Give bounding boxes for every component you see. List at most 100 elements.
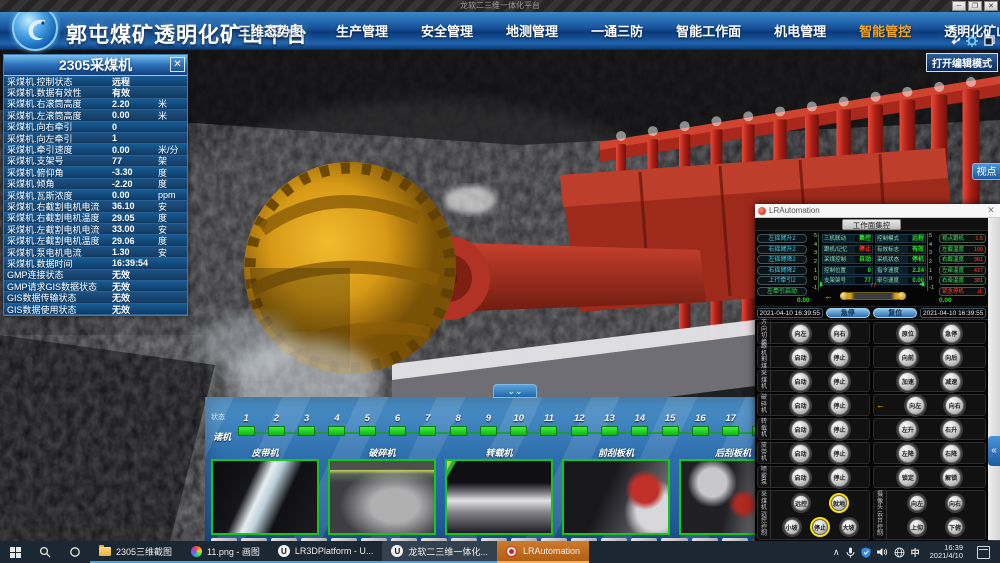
解锁-button[interactable]: 解锁 bbox=[942, 468, 961, 487]
shield-icon[interactable] bbox=[861, 547, 871, 558]
右降-button[interactable]: 右降 bbox=[942, 444, 961, 463]
启动-button[interactable]: 启动 bbox=[791, 444, 810, 463]
左升-button[interactable]: 左升 bbox=[898, 420, 917, 439]
camera-feed-thumbnail[interactable] bbox=[328, 459, 436, 535]
lra-right-button-4[interactable]: 左牵温度417 bbox=[939, 266, 986, 275]
小坡-button[interactable]: 小坡 bbox=[784, 519, 800, 535]
启动-button[interactable]: 启动 bbox=[791, 396, 810, 415]
microphone-icon[interactable] bbox=[846, 547, 855, 558]
estop-button[interactable]: 急停 bbox=[826, 308, 870, 318]
lra-right-button-2[interactable]: 左截温度199 bbox=[939, 245, 986, 254]
speed-right: 0.00 bbox=[939, 297, 952, 304]
ime-indicator[interactable]: 中 bbox=[911, 546, 920, 559]
reset-button[interactable]: 复位 bbox=[873, 308, 917, 318]
tray-chevron-icon[interactable]: ∧ bbox=[833, 547, 840, 558]
lra-left-button-3[interactable]: 左摇臂降2 bbox=[757, 255, 807, 264]
nav-item-2[interactable]: 生产管理 bbox=[336, 21, 388, 40]
minimize-button[interactable]: ─ bbox=[952, 1, 966, 11]
data-value: 77 bbox=[112, 156, 158, 166]
停止-button[interactable]: 停止 bbox=[830, 396, 849, 415]
gear-icon[interactable] bbox=[965, 34, 979, 47]
向右-button[interactable]: 向右 bbox=[947, 495, 963, 511]
向左-button[interactable]: 向左 bbox=[791, 324, 810, 343]
collapse-left-icon[interactable]: « bbox=[988, 436, 1000, 466]
taskbar-clock[interactable]: 16:39 2021/4/10 bbox=[926, 544, 967, 560]
nav-item-3[interactable]: 安全管理 bbox=[421, 21, 473, 40]
camera-feed-thumbnail[interactable] bbox=[562, 459, 670, 535]
下俯-button[interactable]: 下俯 bbox=[947, 519, 963, 535]
停止-button[interactable]: 停止 bbox=[830, 348, 849, 367]
上仰-button[interactable]: 上仰 bbox=[909, 519, 925, 535]
向左-button[interactable]: 向左 bbox=[909, 495, 925, 511]
tab-workface-control[interactable]: 工作面集控 bbox=[842, 219, 902, 230]
lra-left-button-2[interactable]: 右摇臂升2 bbox=[757, 245, 807, 254]
远控-button[interactable]: 远控 bbox=[793, 495, 809, 511]
停止-button[interactable]: 停止 bbox=[830, 444, 849, 463]
lra-right-button-1[interactable]: 视点跟机1.5 bbox=[939, 234, 986, 243]
taskbar-app-3[interactable]: ULR3DPlatform - U... bbox=[269, 541, 383, 563]
向右-button[interactable]: 向右 bbox=[830, 324, 849, 343]
停止-button[interactable]: 停止 bbox=[830, 420, 849, 439]
nav-item-1[interactable]: 三维态势图 bbox=[238, 21, 303, 40]
lra-left-button-1[interactable]: 左摇臂升2 bbox=[757, 234, 807, 243]
close-button[interactable]: ✕ bbox=[984, 1, 998, 11]
maximize-button[interactable]: ❐ bbox=[968, 1, 982, 11]
lra-right-button-5[interactable]: 右牵温度381 bbox=[939, 276, 986, 285]
急停-button[interactable]: 急停 bbox=[942, 324, 961, 343]
taskbar-app-1[interactable]: 2305三维截图 bbox=[90, 541, 181, 563]
taskbar-app-2[interactable]: 11.png - 画图 bbox=[181, 541, 269, 563]
向后-button[interactable]: 向后 bbox=[942, 348, 961, 367]
lra-left-button-6[interactable]: 左牵引启动 bbox=[757, 287, 807, 296]
加速-button[interactable]: 加速 bbox=[898, 372, 917, 391]
启动-button[interactable]: 启动 bbox=[791, 348, 810, 367]
向左-button[interactable]: 向左 bbox=[906, 396, 925, 415]
support-status-16: 16 bbox=[685, 413, 715, 445]
support-status-square bbox=[328, 426, 345, 436]
viewpoint-tab[interactable]: 视点 bbox=[972, 163, 1000, 180]
左降-button[interactable]: 左降 bbox=[898, 444, 917, 463]
support-status-square bbox=[571, 426, 588, 436]
action-center-icon[interactable] bbox=[977, 546, 990, 559]
cortana-icon[interactable] bbox=[60, 541, 90, 563]
speaker-icon[interactable] bbox=[877, 547, 888, 557]
nav-item-8[interactable]: 智能管控 bbox=[859, 21, 911, 40]
减速-button[interactable]: 减速 bbox=[942, 372, 961, 391]
taskbar-app-4[interactable]: U龙软二三维一体化... bbox=[382, 541, 497, 563]
support-number: 10 bbox=[504, 413, 534, 424]
nav-item-4[interactable]: 地测管理 bbox=[506, 21, 558, 40]
停止-button[interactable]: 停止 bbox=[830, 372, 849, 391]
support-number: 2 bbox=[261, 413, 291, 424]
向前-button[interactable]: 向前 bbox=[898, 348, 917, 367]
lra-left-button-5[interactable]: 上行牵引2 bbox=[757, 276, 807, 285]
锁定-button[interactable]: 锁定 bbox=[898, 468, 917, 487]
启动-button[interactable]: 启动 bbox=[791, 372, 810, 391]
search-icon[interactable] bbox=[30, 541, 60, 563]
原位-button[interactable]: 原位 bbox=[898, 324, 917, 343]
就地-button[interactable]: 就地 bbox=[831, 495, 847, 511]
network-globe-icon[interactable] bbox=[894, 547, 905, 558]
wrench-icon[interactable] bbox=[948, 34, 962, 47]
lra-close-icon[interactable]: ✕ bbox=[985, 205, 997, 216]
lra-left-button-4[interactable]: 右摇臂降2 bbox=[757, 266, 807, 275]
collapse-panel-chevron-icon[interactable]: ⌄⌄ bbox=[493, 384, 537, 398]
启动-button[interactable]: 启动 bbox=[791, 420, 810, 439]
taskbar-app-5[interactable]: LRAutomation bbox=[497, 541, 589, 563]
open-edit-mode-button[interactable]: 打开编辑模式 bbox=[926, 53, 998, 72]
停止-button[interactable]: 停止 bbox=[812, 519, 828, 535]
停止-button[interactable]: 停止 bbox=[830, 468, 849, 487]
大坡-button[interactable]: 大坡 bbox=[841, 519, 857, 535]
启动-button[interactable]: 启动 bbox=[791, 468, 810, 487]
lra-right-button-6[interactable]: 紧急停机止 bbox=[939, 287, 986, 296]
restore-window-icon[interactable] bbox=[982, 34, 996, 47]
nav-item-5[interactable]: 一通三防 bbox=[591, 21, 643, 40]
start-button[interactable] bbox=[0, 541, 30, 563]
nav-item-6[interactable]: 智能工作面 bbox=[676, 21, 741, 40]
camera-feed-thumbnail[interactable] bbox=[211, 459, 319, 535]
status-label: 状态 bbox=[211, 412, 225, 422]
nav-item-7[interactable]: 机电管理 bbox=[774, 21, 826, 40]
panel-close-icon[interactable]: ✕ bbox=[170, 57, 185, 72]
右升-button[interactable]: 右升 bbox=[942, 420, 961, 439]
向右-button[interactable]: 向右 bbox=[945, 396, 964, 415]
camera-feed-thumbnail[interactable] bbox=[445, 459, 553, 535]
lra-right-button-3[interactable]: 右截温度361 bbox=[939, 255, 986, 264]
